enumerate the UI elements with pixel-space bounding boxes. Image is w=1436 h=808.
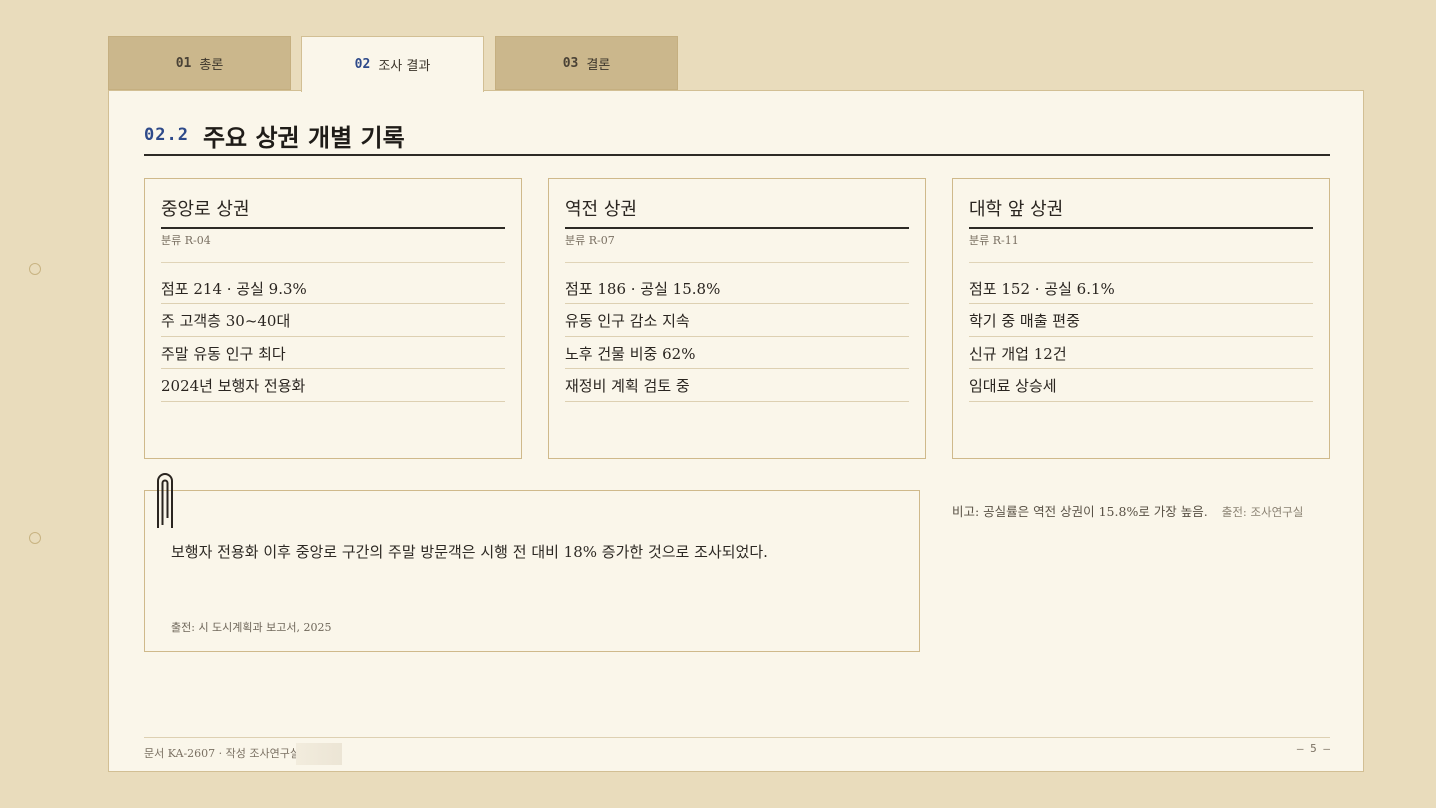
card-title: 중앙로 상권 (161, 189, 505, 229)
list-item: 임대료 상승세 (969, 371, 1313, 402)
note-source: 출전: 시 도시계획과 보고서, 2025 (171, 621, 332, 634)
redaction-mark (296, 743, 342, 765)
list-item: 노후 건물 비중 62% (565, 338, 909, 369)
list-item: 2024년 보행자 전용화 (161, 371, 505, 402)
list-item: 점포 214 · 공실 9.3% (161, 273, 505, 304)
binder-hole-icon (29, 263, 41, 275)
tab-number: 02 (354, 57, 371, 72)
list-item: 점포 152 · 공실 6.1% (969, 273, 1313, 304)
tab-conclusion[interactable]: 03 결론 (495, 36, 678, 90)
side-remark: 비고: 공실률은 역전 상권이 15.8%로 가장 높음. 출전: 조사연구실 (952, 501, 1303, 520)
tab-number: 03 (562, 55, 579, 71)
section-heading: 02.2 주요 상권 개별 기록 (144, 116, 1330, 156)
footer-document-info: 문서 KA-2607 · 작성 조사연구실 (144, 747, 300, 760)
list-item: 주말 유동 인구 최다 (161, 338, 505, 369)
page-title: 주요 상권 개별 기록 (202, 122, 405, 152)
tab-label: 총론 (199, 57, 224, 73)
card-items: 점포 152 · 공실 6.1% 학기 중 매출 편중 신규 개업 12건 임대… (969, 273, 1313, 403)
binder-hole-icon (29, 532, 41, 544)
section-number: 02.2 (144, 125, 189, 145)
card-code: 분류 R-11 (969, 232, 1313, 263)
tab-overview[interactable]: 01 총론 (108, 36, 291, 90)
tab-label: 결론 (586, 57, 611, 73)
list-item: 학기 중 매출 편중 (969, 306, 1313, 337)
document-sheet: 02.2 주요 상권 개별 기록 중앙로 상권 분류 R-04 점포 214 ·… (108, 90, 1364, 772)
page-number: – 5 – (1296, 742, 1330, 755)
tab-number: 01 (175, 55, 192, 71)
list-item: 재정비 계획 검토 중 (565, 371, 909, 402)
note-text: 보행자 전용화 이후 중앙로 구간의 주말 방문객은 시행 전 대비 18% 증… (171, 543, 768, 561)
list-item: 유동 인구 감소 지속 (565, 306, 909, 337)
district-card-station: 역전 상권 분류 R-07 점포 186 · 공실 15.8% 유동 인구 감소… (548, 178, 926, 459)
tab-results[interactable]: 02 조사 결과 (301, 36, 484, 92)
page-footer: 문서 KA-2607 · 작성 조사연구실 – 5 – (144, 737, 1330, 768)
district-card-university: 대학 앞 상권 분류 R-11 점포 152 · 공실 6.1% 학기 중 매출… (952, 178, 1330, 459)
card-title: 대학 앞 상권 (969, 189, 1313, 229)
card-code: 분류 R-04 (161, 232, 505, 263)
remark-text: 비고: 공실률은 역전 상권이 15.8%로 가장 높음. (952, 504, 1208, 519)
list-item: 신규 개업 12건 (969, 338, 1313, 369)
list-item: 주 고객층 30~40대 (161, 306, 505, 337)
clipped-note: 보행자 전용화 이후 중앙로 구간의 주말 방문객은 시행 전 대비 18% 증… (144, 490, 920, 652)
card-items: 점포 186 · 공실 15.8% 유동 인구 감소 지속 노후 건물 비중 6… (565, 273, 909, 403)
card-code: 분류 R-07 (565, 232, 909, 263)
tab-label: 조사 결과 (378, 59, 431, 74)
remark-source: 출전: 조사연구실 (1221, 505, 1304, 519)
district-card-central: 중앙로 상권 분류 R-04 점포 214 · 공실 9.3% 주 고객층 30… (144, 178, 522, 459)
card-title: 역전 상권 (565, 189, 909, 229)
card-items: 점포 214 · 공실 9.3% 주 고객층 30~40대 주말 유동 인구 최… (161, 273, 505, 403)
paperclip-icon (157, 473, 173, 528)
list-item: 점포 186 · 공실 15.8% (565, 273, 909, 304)
